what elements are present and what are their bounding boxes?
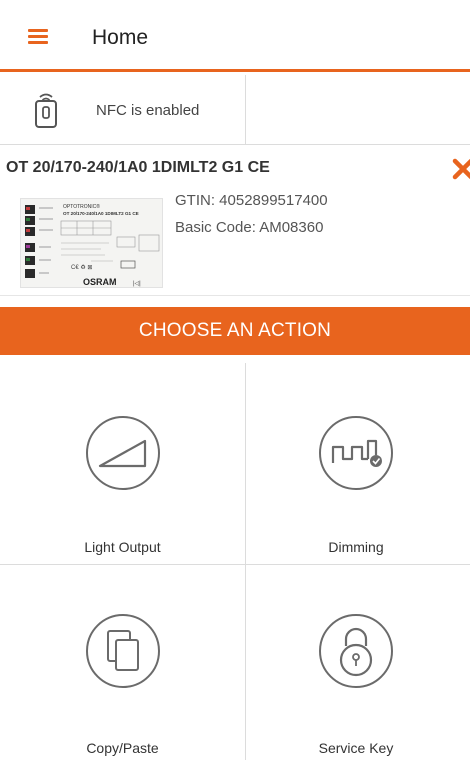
hamburger-menu-icon[interactable] [28, 29, 48, 45]
dimming-tile[interactable]: Dimming [246, 363, 470, 564]
dimming-icon [319, 416, 393, 490]
dimming-label: Dimming [328, 539, 384, 555]
close-icon[interactable] [452, 158, 470, 180]
nfc-status-row: NFC is enabled [0, 75, 470, 145]
product-image: OPTOTRONIC® OT 20/170-240/1A0 1DIMLT2 G1… [20, 198, 163, 288]
menu-bar-2 [28, 35, 48, 38]
light-output-tile[interactable]: Light Output [0, 363, 245, 564]
product-name: OT 20/170-240/1A0 1DIMLT2 G1 CE [6, 159, 270, 176]
nfc-phone-icon [35, 93, 57, 128]
service-key-icon [319, 614, 393, 688]
nfc-status-text: NFC is enabled [96, 102, 200, 119]
product-image-line1: OPTOTRONIC® [63, 203, 100, 210]
menu-bar-3 [28, 41, 48, 44]
action-grid: Light Output Dimming Copy/Paste Service … [0, 363, 470, 760]
product-image-brand: OSRAM [83, 277, 117, 287]
driver-device-illustration: OPTOTRONIC® OT 20/170-240/1A0 1DIMLT2 G1… [21, 199, 162, 287]
service-key-label: Service Key [318, 740, 394, 756]
page-title: Home [92, 26, 149, 49]
nfc-status-cell[interactable]: NFC is enabled [0, 75, 246, 145]
copy-paste-icon [85, 614, 160, 688]
service-key-tile[interactable]: Service Key [246, 565, 470, 760]
svg-text:C€ ♻ ⊠: C€ ♻ ⊠ [71, 264, 92, 271]
product-image-line2: OT 20/170-240/1A0 1DIMLT2 G1 CE [63, 211, 139, 216]
light-output-label: Light Output [84, 539, 161, 555]
copy-paste-tile[interactable]: Copy/Paste [0, 565, 245, 760]
menu-bar-1 [28, 29, 48, 32]
light-output-icon [85, 416, 160, 490]
copy-paste-label: Copy/Paste [86, 740, 159, 756]
choose-action-bar: CHOOSE AN ACTION [0, 307, 470, 355]
product-basic-code: Basic Code: AM08360 [175, 219, 324, 236]
product-card: OT 20/170-240/1A0 1DIMLT2 G1 CE OPTOTRON… [0, 146, 470, 296]
app-header: Home [0, 0, 470, 72]
svg-text:|◁|: |◁| [133, 281, 141, 287]
product-gtin: GTIN: 4052899517400 [175, 192, 328, 209]
